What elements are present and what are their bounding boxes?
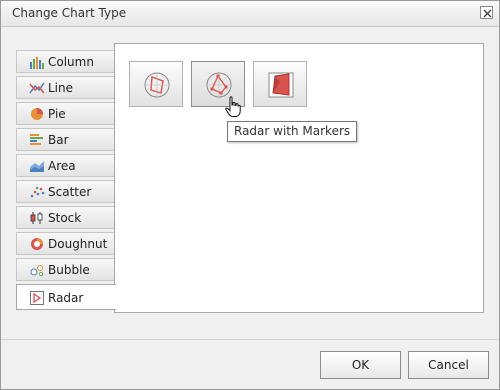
tab-label: Doughnut (48, 237, 108, 251)
doughnut-chart-icon (31, 238, 43, 250)
tab-bar[interactable]: Bar (16, 128, 115, 151)
radar-with-markers-icon (206, 72, 232, 98)
bubble-chart-icon (30, 265, 44, 277)
ok-button[interactable]: OK (320, 351, 401, 379)
tab-area[interactable]: Area (16, 154, 115, 177)
chart-subtype-gallery (114, 43, 484, 313)
cancel-button[interactable]: Cancel (408, 351, 489, 379)
hand-cursor-icon (225, 96, 241, 117)
radar-chart-icon (144, 72, 170, 98)
tab-bubble[interactable]: Bubble (16, 258, 115, 281)
line-chart-icon (29, 82, 45, 94)
tab-line[interactable]: Line (16, 76, 115, 99)
filled-radar-icon (268, 72, 294, 98)
tab-label: Bubble (48, 263, 90, 277)
tab-column[interactable]: Column (16, 50, 115, 73)
tab-doughnut[interactable]: Doughnut (16, 232, 115, 255)
tab-label: Scatter (48, 185, 92, 199)
close-button[interactable] (480, 6, 493, 19)
tab-label: Pie (48, 107, 66, 121)
tab-label: Stock (48, 211, 82, 225)
tab-pie[interactable]: Pie (16, 102, 115, 125)
bar-chart-icon (30, 134, 43, 145)
radar-chart-icon (30, 291, 44, 305)
tab-label: Bar (48, 133, 69, 147)
tab-label: Radar (48, 291, 84, 305)
tab-label: Area (48, 159, 76, 173)
tab-label: Line (48, 81, 74, 95)
radar-option-button[interactable] (129, 61, 183, 107)
scatter-chart-icon (30, 186, 45, 198)
column-chart-icon (30, 57, 44, 69)
change-chart-type-dialog: Change Chart Type Column Line Pie Bar Ar… (0, 0, 500, 390)
footer-divider (1, 339, 499, 340)
title-bar: Change Chart Type (1, 1, 499, 27)
chart-category-list: Column Line Pie Bar Area Scatter Stock D… (16, 50, 116, 313)
dialog-title: Change Chart Type (12, 6, 127, 20)
area-chart-icon (30, 161, 44, 172)
close-icon (483, 9, 492, 18)
tab-stock[interactable]: Stock (16, 206, 115, 229)
filled-radar-option-button[interactable] (253, 61, 307, 107)
stock-chart-icon (30, 212, 43, 224)
tab-scatter[interactable]: Scatter (16, 180, 115, 203)
tooltip: Radar with Markers (227, 121, 358, 142)
tab-radar[interactable]: Radar (16, 284, 116, 310)
tab-label: Column (48, 55, 94, 69)
pie-chart-icon (31, 108, 43, 120)
